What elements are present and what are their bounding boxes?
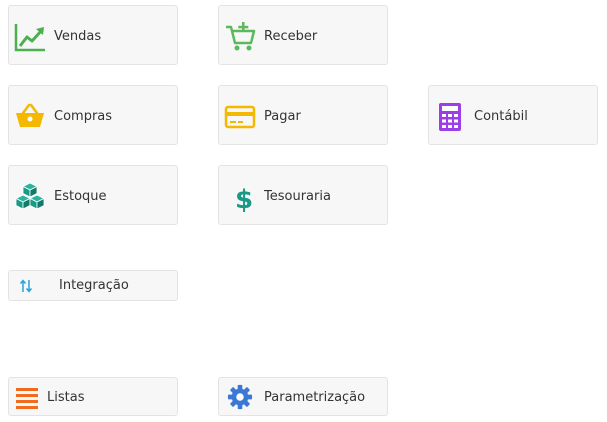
- tile-vendas[interactable]: Vendas: [8, 5, 178, 65]
- tile-label-receber: Receber: [264, 29, 318, 44]
- tile-label-vendas: Vendas: [54, 29, 102, 44]
- tile-label-contabil: Contábil: [474, 109, 528, 124]
- svg-text:$: $: [235, 185, 253, 213]
- tile-estoque[interactable]: Estoque: [8, 165, 178, 225]
- chart-line-icon: [14, 24, 45, 52]
- tile-label-tesouraria: Tesouraria: [264, 189, 331, 204]
- tile-label-integracao: Integração: [59, 278, 129, 293]
- cart-plus-icon: [226, 22, 256, 51]
- cubes-icon: [15, 182, 45, 210]
- tile-pagar[interactable]: Pagar: [218, 85, 388, 145]
- tile-label-pagar: Pagar: [264, 109, 301, 124]
- tile-label-parametrizacao: Parametrização: [264, 390, 366, 405]
- list-icon: [16, 388, 38, 409]
- tile-compras[interactable]: Compras: [8, 85, 178, 145]
- arrows-up-down-icon: [19, 279, 33, 293]
- tile-listas[interactable]: Listas: [8, 377, 178, 416]
- tile-parametrizacao[interactable]: Parametrização: [218, 377, 388, 416]
- tile-contabil[interactable]: Contábil: [428, 85, 598, 145]
- tile-tesouraria[interactable]: $ Tesouraria: [218, 165, 388, 225]
- gear-icon: [227, 384, 253, 410]
- basket-icon: [16, 103, 44, 127]
- dollar-icon: $: [235, 185, 253, 213]
- calculator-icon: [439, 103, 461, 131]
- tile-label-listas: Listas: [47, 390, 85, 405]
- credit-card-icon: [224, 105, 256, 129]
- tile-label-compras: Compras: [54, 109, 113, 124]
- tile-label-estoque: Estoque: [54, 189, 107, 204]
- tile-receber[interactable]: Receber: [218, 5, 388, 65]
- tile-integracao[interactable]: Integração: [8, 270, 178, 301]
